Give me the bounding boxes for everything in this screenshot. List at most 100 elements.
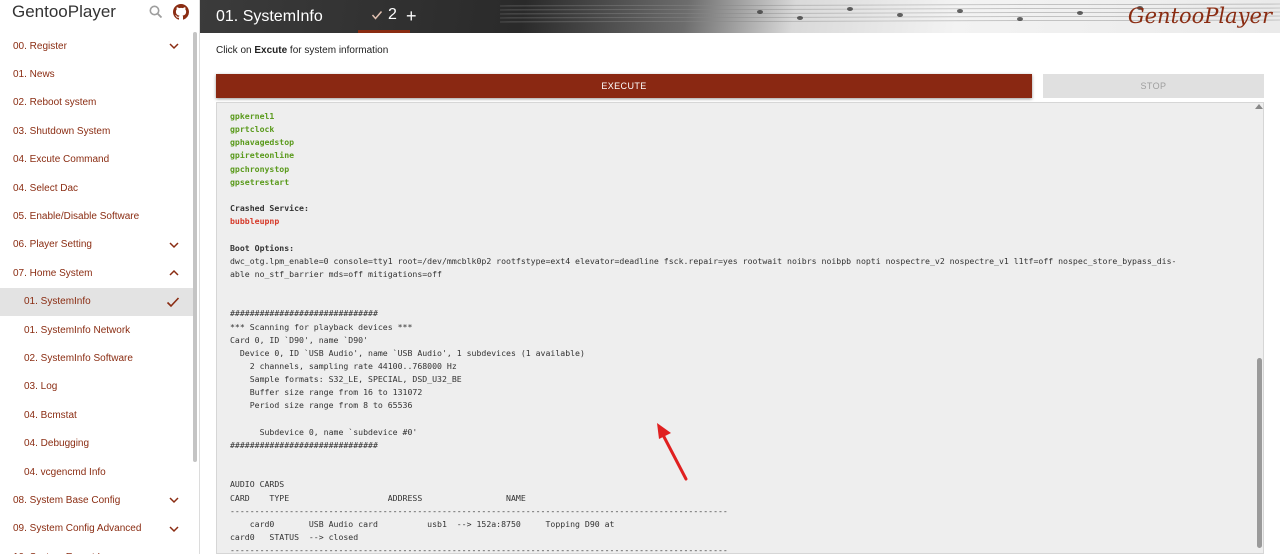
console-line: CARD TYPE ADDRESS NAME [230,492,526,503]
sidebar-item-label: 03. Shutdown System [13,125,111,137]
sidebar-item[interactable]: 05. Enable/Disable Software [0,202,193,230]
console-line: Device 0, ID `USB Audio', name `USB Audi… [230,347,585,358]
sidebar-item-label: 02. Reboot system [13,97,97,109]
brand-logo: GentooPlayer [1127,4,1272,28]
sidebar-item-label: 04. Bcmstat [24,409,77,421]
chevron-down-icon[interactable] [169,240,179,250]
console-line: Card 0, ID `D90', name `D90' [230,334,369,345]
sidebar-item-label: 02. SystemInfo Software [24,352,133,364]
console-line: Sample formats: S32_LE, SPECIAL, DSD_U32… [230,374,462,385]
console-line: AUDIO CARDS [230,479,285,490]
app-title: GentooPlayer [12,2,116,21]
sidebar-header: GentooPlayer [0,0,199,25]
console-line: ############################## [230,308,378,319]
sidebar-nav: 00. Register 01. News 02. Reboot system 03.… [0,32,193,554]
sidebar-item-label: 07. Home System [13,267,93,279]
sidebar-item[interactable]: 03. Log [0,373,193,401]
github-icon[interactable] [173,4,189,20]
sidebar-item[interactable]: 01. SystemInfo [0,287,193,316]
sidebar-item[interactable]: 03. Shutdown System [0,117,193,145]
console-lines: gpkernel1 gprtclock gphavagedstop gpireteon… [230,110,1250,554]
sidebar-item-label: 04. Debugging [24,438,90,450]
sidebar-item[interactable]: 10. System Expert Log [0,543,193,554]
sidebar-scrollbar[interactable] [193,32,197,462]
info-bold: Excute [254,45,288,56]
sidebar-item[interactable]: 01. News [0,60,193,88]
sidebar: GentooPlayer 00. Register 01. News 02. Reb… [0,0,200,554]
console-scroll-up[interactable] [1255,104,1263,109]
sidebar-item[interactable]: 04. Excute Command [0,146,193,174]
sidebar-item[interactable]: 02. SystemInfo Software [0,344,193,372]
check-icon [371,11,383,20]
sidebar-item-label: 03. Log [24,381,58,393]
sidebar-item-label: 00. Register [13,40,67,52]
sidebar-item[interactable]: 04. Debugging [0,429,193,457]
sidebar-item[interactable]: 09. System Config Advanced [0,515,193,543]
console-line: gpchronystop [230,163,290,174]
console-line: able no_stf_barrier mds=off mitigations=… [230,268,442,279]
info-text: Click on Excute for system information [216,45,388,56]
chevron-down-icon[interactable] [169,495,179,505]
console-line: Buffer size range from 16 to 131072 [230,387,423,398]
console-line: Subdevice 0, name `subdevice #0' [230,426,418,437]
sidebar-item[interactable]: 04. vcgencmd Info [0,458,193,486]
sidebar-item-label: 04. vcgencmd Info [24,466,106,478]
chevron-up-icon[interactable] [169,268,179,278]
search-icon[interactable] [148,4,164,20]
console-line: Crashed Service: [230,203,309,214]
console-line: dwc_otg.lpm_enable=0 console=tty1 root=/… [230,255,1177,266]
console-line: 2 channels, sampling rate 44100..768000 … [230,360,457,371]
tab-2[interactable]: 2 [358,0,410,33]
tab-2-label: 2 [388,6,397,23]
info-suffix: for system information [287,45,389,56]
red-arrow-annotation [657,423,688,481]
stop-button[interactable]: STOP [1043,74,1264,98]
sidebar-item[interactable]: 01. SystemInfo Network [0,316,193,344]
console-line: ----------------------------------------… [230,545,728,554]
sidebar-item[interactable]: 06. Player Setting [0,231,193,259]
header-bar: 01. SystemInfo 2 + GentooPlayer [200,0,1280,33]
main-content: Click on Excute for system information E… [200,33,1280,554]
chevron-down-icon[interactable] [169,524,179,534]
plus-icon: + [406,6,417,26]
sidebar-item-label: 01. SystemInfo [24,296,91,308]
sidebar-item[interactable]: 04. Bcmstat [0,401,193,429]
console-line: gpkernel1 [230,111,275,121]
console-line: *** Scanning for playback devices *** [230,321,413,332]
console-line: ----------------------------------------… [230,505,728,516]
console-line: card0 USB Audio card usb1 --> 152a:8750 … [230,518,615,529]
sidebar-item[interactable]: 02. Reboot system [0,89,193,117]
console-output[interactable]: gpkernel1 gprtclock gphavagedstop gpireteon… [216,102,1264,554]
chevron-down-icon[interactable] [169,41,179,51]
console-line: gphavagedstop [230,137,295,148]
sidebar-item-label: 04. Select Dac [13,182,79,194]
sidebar-item-label: 05. Enable/Disable Software [13,211,140,223]
console-line: gpsetrestart [230,176,290,187]
add-tab-button[interactable]: + [406,0,417,33]
info-prefix: Click on [216,45,255,56]
sidebar-item-label: 01. SystemInfo Network [24,324,131,336]
sidebar-item[interactable]: 07. Home System [0,259,193,287]
console-scrollbar[interactable] [1257,358,1262,548]
tab-systeminfo[interactable]: 01. SystemInfo [216,0,323,33]
check-icon [166,296,180,307]
sidebar-item-label: 09. System Config Advanced [13,523,142,535]
console-line: card0 STATUS --> closed [230,532,359,542]
sidebar-item[interactable]: 08. System Base Config [0,486,193,514]
execute-button[interactable]: EXECUTE [216,74,1032,98]
console-line: gprtclock [230,124,275,135]
console-line: Boot Options: [230,242,295,253]
sidebar-item-label: 06. Player Setting [13,239,92,251]
sidebar-item-label: 01. News [13,69,55,81]
sidebar-item-label: 08. System Base Config [13,494,121,506]
sidebar-item[interactable]: 04. Select Dac [0,174,193,202]
console-line: Period size range from 8 to 65536 [230,400,413,411]
sidebar-item[interactable]: 00. Register [0,32,193,60]
